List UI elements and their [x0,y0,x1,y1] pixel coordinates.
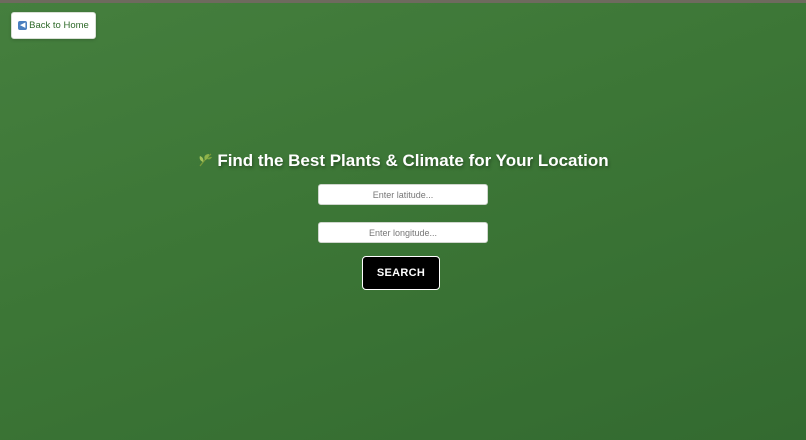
seedling-icon [199,153,213,167]
longitude-input[interactable] [318,222,488,243]
back-to-home-button[interactable]: ◀ Back to Home [11,12,96,39]
back-arrow-icon: ◀ [18,21,28,30]
back-to-home-label: Back to Home [29,20,89,31]
page-title: Find the Best Plants & Climate for Your … [0,150,806,172]
latitude-input[interactable] [318,184,488,205]
page-title-text: Find the Best Plants & Climate for Your … [217,151,609,170]
top-border [0,0,806,3]
search-button[interactable]: SEARCH [362,256,440,290]
